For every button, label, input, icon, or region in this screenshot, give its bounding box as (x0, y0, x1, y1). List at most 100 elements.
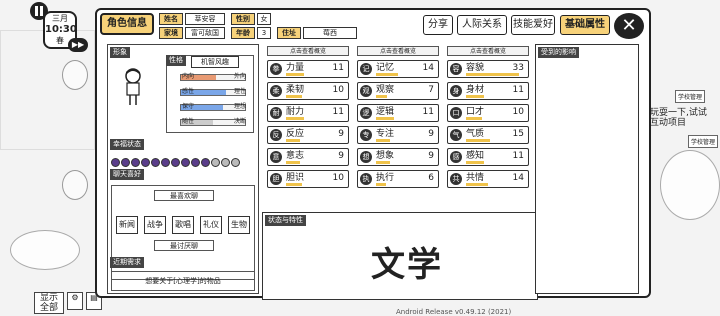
attribute-柔韧[interactable]: 柔柔韧 10 (267, 82, 349, 100)
attribute-icon: 想 (360, 151, 372, 163)
lantern-decoration (62, 170, 88, 200)
hint-line-1: 玩耍一下,试试 (650, 108, 707, 118)
tag-gender-key: 性别 (231, 13, 255, 25)
attribute-grid: 点击查看概览拳力量 11 柔柔韧 10 耐耐力 11 反反应 9 意意志 9 胆胆识 10 点击查看概览… (267, 46, 529, 206)
dislike-topics-header: 最讨厌聊 (154, 240, 214, 251)
attribute-value: 9 (338, 129, 344, 139)
overview-hint[interactable]: 点击查看概览 (267, 46, 349, 56)
attribute-value: 9 (428, 129, 434, 139)
happiness-dot (141, 158, 150, 167)
manage-tag[interactable]: 学校管理 (688, 135, 719, 148)
attribute-value: 11 (332, 107, 344, 117)
happiness-dot (171, 158, 180, 167)
personality-label: 性格 (166, 55, 186, 66)
personality-left-label: 保守 (182, 103, 195, 110)
happiness-dot (131, 158, 140, 167)
attribute-力量[interactable]: 拳力量 11 (267, 60, 349, 78)
overview-hint[interactable]: 点击查看概览 (447, 46, 529, 56)
tag-family-key: 家境 (159, 27, 183, 39)
trait-text[interactable]: 文学 (371, 237, 443, 286)
close-icon[interactable]: ✕ (614, 13, 644, 39)
tag-gender-value: 女 (257, 13, 271, 25)
attribute-value: 11 (512, 151, 524, 161)
topic-chip[interactable]: 歌唱 (172, 216, 194, 234)
character-portrait (125, 68, 141, 105)
attribute-专注[interactable]: 专专注 9 (357, 126, 439, 144)
attribute-bar (466, 95, 484, 98)
attribute-icon: 专 (360, 129, 372, 141)
overview-hint[interactable]: 点击查看概览 (357, 46, 439, 56)
tag-age-key: 年龄 (231, 27, 255, 39)
need-text[interactable]: 想要关于[心理学]的物品 (111, 271, 255, 291)
topic-chip[interactable]: 新闻 (116, 216, 138, 234)
personality-box: 性格 机智风趣 内向 外向 感性 理性 保守 理想 随性 决断 (166, 55, 254, 133)
tab-base-attributes[interactable]: 基础属性 (560, 15, 610, 35)
personality-row: 感性 理性 (170, 87, 250, 98)
attribute-反应[interactable]: 反反应 9 (267, 126, 349, 144)
attribute-bar (376, 73, 399, 76)
tag-family-value: 富可敌国 (185, 27, 225, 39)
attribute-bar (376, 117, 394, 120)
attribute-气质[interactable]: 气气质 15 (447, 126, 529, 144)
personality-left-label: 随性 (182, 118, 195, 125)
happiness-meter (111, 152, 255, 167)
attribute-耐力[interactable]: 耐耐力 11 (267, 104, 349, 122)
school-manage-button[interactable]: 学校管理 (675, 90, 706, 103)
tab-character-info[interactable]: 角色信息 (100, 13, 154, 35)
attribute-icon: 口 (450, 107, 462, 119)
attribute-记忆[interactable]: 记记忆 14 (357, 60, 439, 78)
impact-label: 受到的影响 (538, 47, 579, 58)
left-info-column: 形象 性格 机智风趣 内向 外向 感性 理性 保守 理想 随性 决断 幸福状态 聊天喜好 最喜… (107, 44, 259, 294)
personality-right-label: 决断 (233, 118, 246, 125)
tree-decoration (660, 150, 720, 220)
attribute-执行[interactable]: 执执行 6 (357, 170, 439, 188)
attribute-口才[interactable]: 口口才 10 (447, 104, 529, 122)
attribute-value: 14 (512, 173, 524, 183)
attribute-身材[interactable]: 身身材 11 (447, 82, 529, 100)
tag-address-key: 住址 (277, 27, 301, 39)
attribute-value: 14 (422, 63, 434, 73)
topic-chip[interactable]: 生物 (228, 216, 250, 234)
happiness-dot (151, 158, 160, 167)
attribute-value: 15 (512, 129, 524, 139)
month-text: 三月 (52, 14, 68, 23)
tab-skills[interactable]: 技能爱好 (511, 15, 555, 35)
tool-icon[interactable]: ⚙ (67, 292, 83, 310)
attribute-icon: 共 (450, 173, 462, 185)
personality-left-label: 感性 (182, 88, 195, 95)
happiness-dot (221, 158, 230, 167)
attribute-icon: 气 (450, 129, 462, 141)
fast-forward-button[interactable]: ▶▶ (68, 38, 88, 52)
topic-chip[interactable]: 礼仪 (200, 216, 222, 234)
hint-text: 玩耍一下,试试 互动项目 (650, 108, 707, 128)
attribute-bar (286, 95, 302, 98)
attribute-icon: 逻 (360, 107, 372, 119)
attribute-icon: 观 (360, 85, 372, 97)
hint-line-2: 互动项目 (650, 118, 687, 128)
attribute-意志[interactable]: 意意志 9 (267, 148, 349, 166)
attribute-bar (286, 183, 302, 186)
show-all-button[interactable]: 显示 全部 (34, 292, 64, 314)
tag-name-key: 姓名 (159, 13, 183, 25)
attribute-想象[interactable]: 想想象 9 (357, 148, 439, 166)
attribute-value: 11 (422, 107, 434, 117)
attribute-value: 11 (512, 85, 524, 95)
time-text: 10:30 (45, 24, 77, 35)
happiness-dot (201, 158, 210, 167)
portrait-label: 形象 (110, 47, 130, 58)
share-button[interactable]: 分享 (423, 15, 453, 35)
personality-value: 机智风趣 (191, 56, 239, 68)
attribute-感知[interactable]: 感感知 11 (447, 148, 529, 166)
attribute-观察[interactable]: 观观察 7 (357, 82, 439, 100)
attribute-bar (286, 117, 304, 120)
attribute-共情[interactable]: 共共情 14 (447, 170, 529, 188)
traits-label: 状态与特性 (265, 215, 306, 226)
attribute-胆识[interactable]: 胆胆识 10 (267, 170, 349, 188)
happiness-dot (211, 158, 220, 167)
attribute-容貌[interactable]: 容容貌 33 (447, 60, 529, 78)
topic-chip[interactable]: 战争 (144, 216, 166, 234)
happiness-dot (191, 158, 200, 167)
attribute-icon: 记 (360, 63, 372, 75)
tab-relations[interactable]: 人际关系 (457, 15, 507, 35)
attribute-逻辑[interactable]: 逻逻辑 11 (357, 104, 439, 122)
